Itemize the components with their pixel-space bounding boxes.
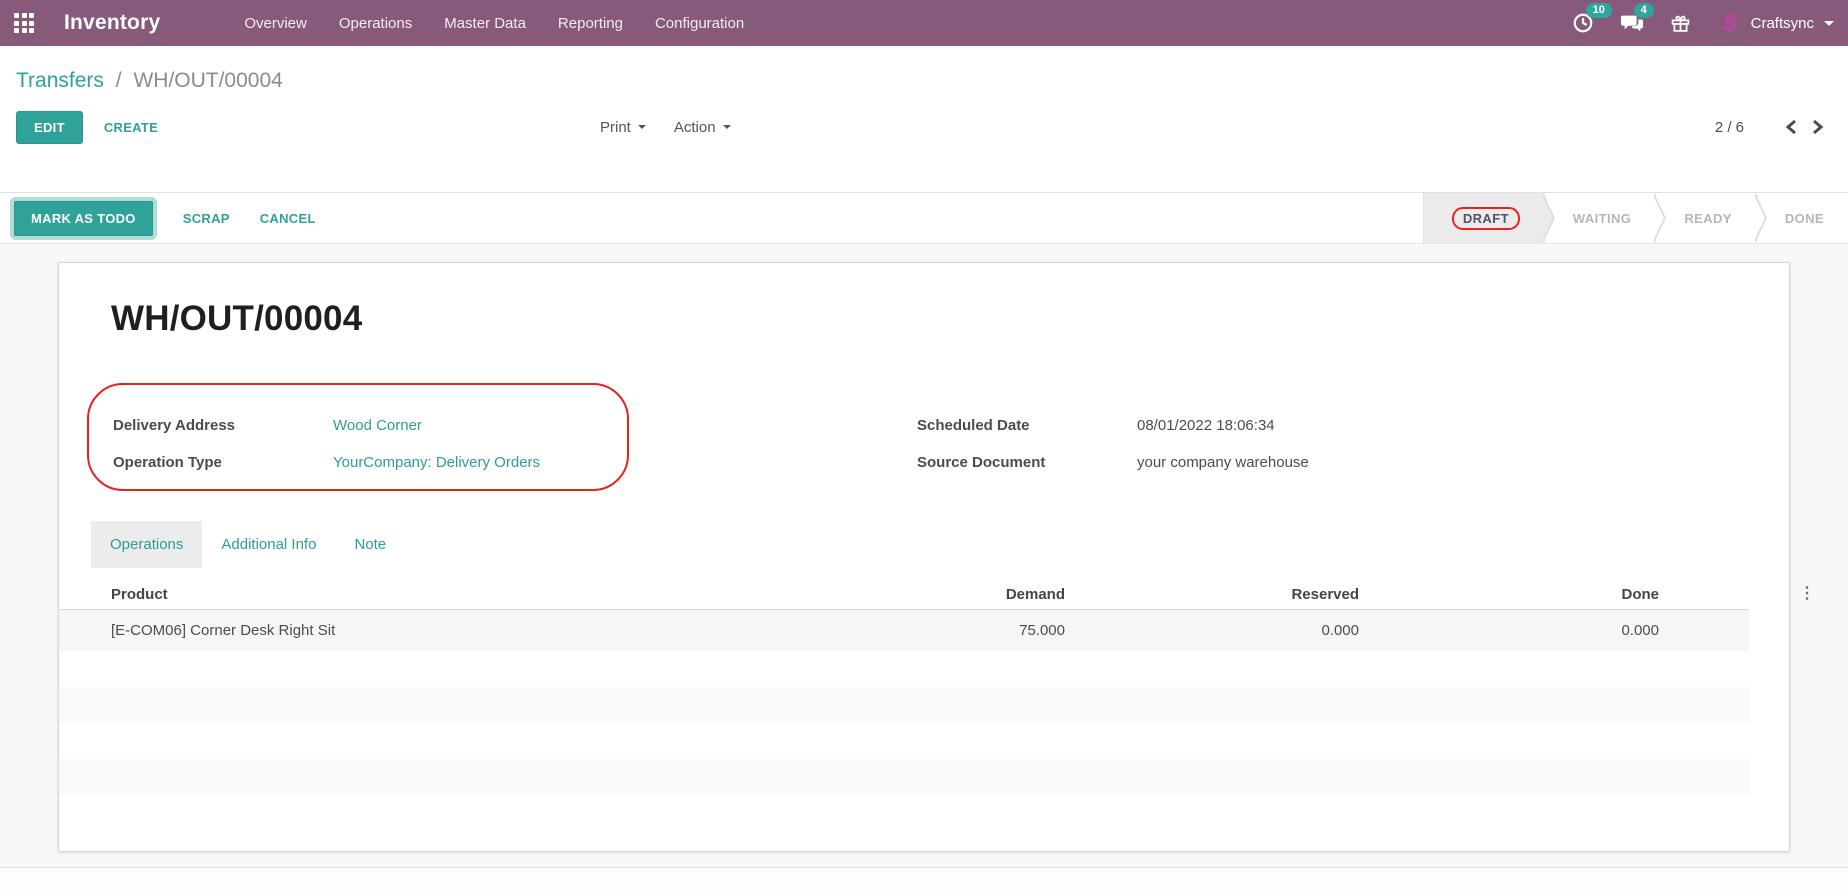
- user-name: Craftsync: [1751, 15, 1814, 32]
- tab-additional-info[interactable]: Additional Info: [202, 521, 335, 568]
- breadcrumb-transfers-link[interactable]: Transfers: [16, 69, 104, 92]
- print-label: Print: [600, 119, 631, 136]
- table-row[interactable]: [E-COM06] Corner Desk Right Sit 75.000 0…: [59, 610, 1749, 651]
- pager-value: 2 / 6: [1715, 119, 1744, 136]
- field-group-right: Scheduled Date 08/01/2022 18:06:34 Sourc…: [917, 407, 1309, 481]
- breadcrumb-current: WH/OUT/00004: [133, 69, 282, 92]
- statusbar: MARK AS TODO SCRAP CANCEL DRAFT WAITING …: [0, 192, 1848, 244]
- menu-overview[interactable]: Overview: [244, 15, 307, 32]
- menu-configuration[interactable]: Configuration: [655, 15, 744, 32]
- message-count-badge: 4: [1634, 3, 1654, 18]
- tab-note[interactable]: Note: [335, 521, 405, 568]
- status-pipeline: DRAFT WAITING READY DONE: [1423, 193, 1848, 243]
- pager: 2 / 6: [1715, 119, 1830, 136]
- pager-next-button[interactable]: [1804, 119, 1830, 135]
- optional-columns-kebab-icon[interactable]: ⋮: [1799, 585, 1815, 602]
- apps-grid-icon[interactable]: [14, 13, 34, 33]
- user-menu[interactable]: S Craftsync: [1717, 10, 1834, 36]
- pager-previous-button[interactable]: [1778, 119, 1804, 135]
- create-button[interactable]: CREATE: [104, 120, 158, 135]
- action-label: Action: [674, 119, 716, 136]
- breadcrumb-separator: /: [116, 69, 122, 92]
- empty-row: [59, 723, 1749, 759]
- column-header-reserved[interactable]: Reserved: [1065, 586, 1359, 603]
- cell-reserved: 0.000: [1065, 622, 1359, 639]
- column-header-done[interactable]: Done: [1359, 586, 1659, 603]
- cell-demand: 75.000: [859, 622, 1065, 639]
- systray: 10 4 S Craftsync: [1572, 0, 1834, 46]
- chevron-down-icon: [723, 125, 731, 129]
- empty-row: [59, 759, 1749, 795]
- field-group-left: Delivery Address Wood Corner Operation T…: [113, 407, 540, 481]
- field-operation-type: Operation Type YourCompany: Delivery Ord…: [113, 444, 540, 481]
- field-label: Delivery Address: [113, 417, 333, 434]
- field-scheduled-date: Scheduled Date 08/01/2022 18:06:34: [917, 407, 1309, 444]
- page-footer: [0, 868, 1848, 890]
- source-document-value: your company warehouse: [1137, 454, 1309, 471]
- activity-count-badge: 10: [1586, 3, 1612, 18]
- chevron-down-icon: [1824, 21, 1834, 26]
- chevron-down-icon: [638, 125, 646, 129]
- stage-done-label: DONE: [1785, 211, 1824, 226]
- stage-draft[interactable]: DRAFT: [1423, 193, 1544, 243]
- top-navbar: Inventory Overview Operations Master Dat…: [0, 0, 1848, 46]
- stage-draft-label: DRAFT: [1452, 207, 1520, 230]
- app-name[interactable]: Inventory: [64, 11, 160, 35]
- delivery-address-link[interactable]: Wood Corner: [333, 417, 422, 434]
- menu-master-data[interactable]: Master Data: [444, 15, 526, 32]
- form-view: WH/OUT/00004 Delivery Address Wood Corne…: [0, 244, 1848, 868]
- stage-waiting-label: WAITING: [1573, 211, 1631, 226]
- cell-product: [E-COM06] Corner Desk Right Sit: [59, 622, 859, 639]
- activities-button[interactable]: 10: [1572, 12, 1594, 34]
- scrap-button[interactable]: SCRAP: [183, 211, 230, 226]
- empty-row: [59, 651, 1749, 687]
- tab-operations[interactable]: Operations: [91, 521, 202, 568]
- stage-ready[interactable]: READY: [1655, 193, 1756, 243]
- table-header-row: Product Demand Reserved Done ⋮: [59, 579, 1749, 610]
- field-label: Operation Type: [113, 454, 333, 471]
- rewards-button[interactable]: [1670, 12, 1691, 34]
- action-dropdown[interactable]: Action: [674, 119, 731, 136]
- stage-done[interactable]: DONE: [1756, 193, 1848, 243]
- operations-table: Product Demand Reserved Done ⋮ [E-COM06]…: [59, 579, 1749, 795]
- form-sheet: WH/OUT/00004 Delivery Address Wood Corne…: [58, 262, 1790, 852]
- breadcrumb: Transfers / WH/OUT/00004: [16, 46, 1832, 93]
- record-title: WH/OUT/00004: [111, 299, 362, 339]
- stage-ready-label: READY: [1684, 211, 1732, 226]
- cancel-button[interactable]: CANCEL: [260, 211, 316, 226]
- menu-operations[interactable]: Operations: [339, 15, 412, 32]
- field-label: Scheduled Date: [917, 417, 1137, 434]
- stage-waiting[interactable]: WAITING: [1544, 193, 1655, 243]
- edit-button[interactable]: EDIT: [16, 111, 83, 144]
- operation-type-link[interactable]: YourCompany: Delivery Orders: [333, 454, 540, 471]
- menu-reporting[interactable]: Reporting: [558, 15, 623, 32]
- user-avatar: S: [1717, 10, 1743, 36]
- gift-icon: [1670, 12, 1691, 34]
- empty-row: [59, 687, 1749, 723]
- mark-as-todo-button[interactable]: MARK AS TODO: [14, 201, 153, 236]
- field-source-document: Source Document your company warehouse: [917, 444, 1309, 481]
- main-menu: Overview Operations Master Data Reportin…: [244, 15, 744, 32]
- control-panel: Transfers / WH/OUT/00004 EDIT CREATE Pri…: [0, 46, 1848, 192]
- column-header-product[interactable]: Product: [59, 586, 859, 603]
- messages-button[interactable]: 4: [1620, 12, 1644, 34]
- field-delivery-address: Delivery Address Wood Corner: [113, 407, 540, 444]
- scheduled-date-value: 08/01/2022 18:06:34: [1137, 417, 1275, 434]
- notebook-tabs: Operations Additional Info Note: [91, 521, 405, 568]
- print-dropdown[interactable]: Print: [600, 119, 646, 136]
- column-header-demand[interactable]: Demand: [859, 586, 1065, 603]
- field-label: Source Document: [917, 454, 1137, 471]
- cell-done: 0.000: [1359, 622, 1659, 639]
